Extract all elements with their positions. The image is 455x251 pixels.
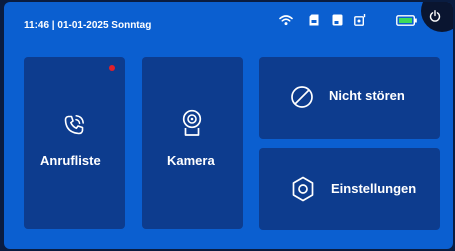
phone-icon (64, 115, 84, 135)
settings-label: Einstellungen (331, 181, 417, 196)
wifi-icon (279, 15, 293, 26)
settings-tile[interactable]: Einstellungen (259, 148, 440, 230)
home-screen: 11:46 | 01-01-2025 Sonntag Anrufliste Ka… (4, 2, 453, 249)
settings-icon (292, 176, 314, 202)
do-not-disturb-icon (291, 86, 313, 108)
do-not-disturb-label: Nicht stören (329, 88, 405, 103)
camera-tile[interactable]: Kamera (142, 57, 243, 229)
camera-icon (182, 109, 202, 136)
camera-label: Kamera (167, 153, 215, 168)
call-list-label: Anrufliste (40, 153, 101, 168)
call-list-tile[interactable]: Anrufliste (24, 57, 125, 229)
sd-card-icon (309, 14, 319, 26)
battery-icon (396, 15, 417, 26)
datetime-label: 11:46 | 01-01-2025 Sonntag (24, 20, 152, 31)
notification-dot (109, 65, 115, 71)
power-icon (429, 10, 441, 22)
door-lock-icon (354, 14, 366, 26)
status-bar: 11:46 | 01-01-2025 Sonntag (4, 2, 453, 46)
do-not-disturb-tile[interactable]: Nicht stören (259, 57, 440, 139)
storage-icon (332, 14, 343, 26)
